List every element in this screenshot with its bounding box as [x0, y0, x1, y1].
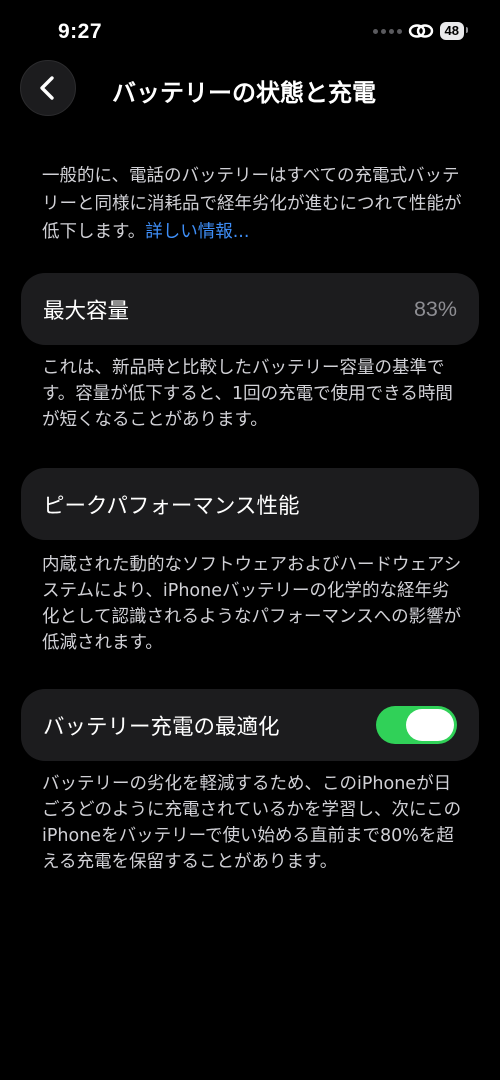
peak-performance-row: ピークパフォーマンス性能: [21, 468, 479, 540]
link-icon: [408, 24, 433, 38]
max-capacity-value: 83%: [413, 296, 457, 321]
back-button[interactable]: [20, 60, 76, 116]
max-capacity-description: これは、新品時と比較したバッテリー容量の基準です。容量が低下すると、1回の充電で…: [42, 358, 453, 430]
status-icons: 48: [372, 22, 469, 40]
optimized-charging-label: バッテリー充電の最適化: [43, 714, 280, 740]
navigation-bar: バッテリーの状態と充電: [0, 58, 500, 120]
intro-text: 一般的に、電話のバッテリーはすべての充電式バッテリーと同様に消耗品で経年劣化が進…: [42, 166, 462, 242]
optimized-charging-row: バッテリー充電の最適化: [21, 689, 479, 761]
peak-performance-label: ピークパフォーマンス性能: [43, 493, 300, 519]
max-capacity-label: 最大容量: [43, 298, 130, 324]
signal-dots-icon: [372, 28, 402, 34]
peak-performance-description: 内蔵された動的なソフトウェアおよびハードウェアシステムにより、iPhoneバッテ…: [42, 555, 462, 653]
toggle-knob: [406, 709, 454, 741]
optimized-charging-description: バッテリーの劣化を軽減するため、このiPhoneが日ごろどのように充電されている…: [42, 774, 462, 872]
max-capacity-row: 最大容量 83%: [21, 273, 479, 345]
optimized-charging-toggle[interactable]: [376, 706, 457, 744]
battery-icon: 48: [439, 22, 469, 40]
learn-more-link[interactable]: 詳しい情報...: [145, 222, 249, 242]
chevron-left-icon: [40, 76, 54, 100]
status-time: 9:27: [58, 20, 103, 43]
status-bar: 9:27 48: [0, 0, 500, 60]
page-title: バッテリーの状態と充電: [112, 79, 376, 107]
intro-description: 一般的に、電話のバッテリーはすべての充電式バッテリーと同様に消耗品で経年劣化が進…: [42, 162, 462, 246]
